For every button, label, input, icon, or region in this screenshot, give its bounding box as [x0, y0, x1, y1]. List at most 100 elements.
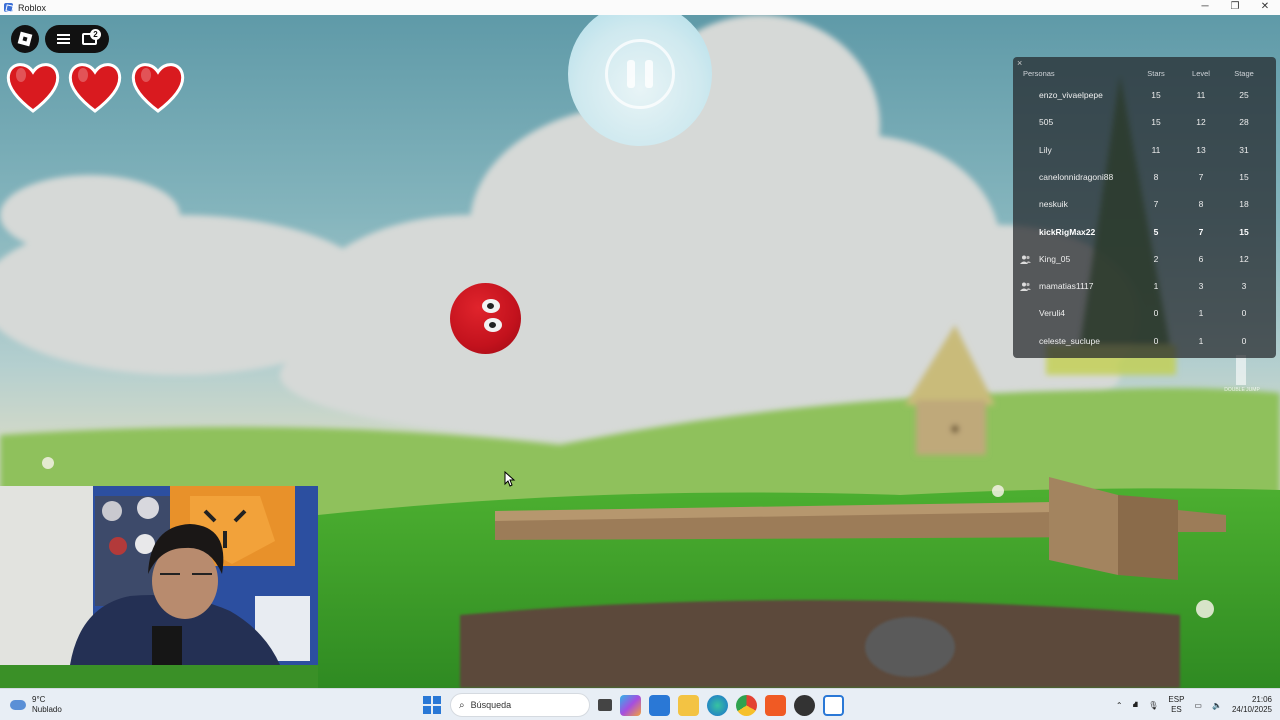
leaderboard-cell-level: 1 [1198, 308, 1204, 319]
leaderboard-cell-level: 1 [1198, 335, 1204, 346]
webcam-overlay [0, 486, 318, 665]
obs-studio-icon[interactable] [794, 694, 815, 716]
leaderboard-row[interactable]: mamatias1117 1 3 3 [1013, 273, 1276, 300]
menu-pill: 2 [45, 25, 109, 53]
leaderboard-cell-level: 12 [1196, 117, 1206, 128]
microphone-icon[interactable]: 🎙 [1148, 701, 1158, 710]
leaderboard-row[interactable]: 505 15 12 28 [1013, 109, 1276, 136]
leaderboard-cell-stars: 0 [1153, 308, 1159, 319]
leaderboard-cell-name: celeste_suclupe [1039, 335, 1100, 346]
brave-browser-icon[interactable] [765, 694, 786, 716]
leaderboard-cell-name: mamatias1117 [1039, 281, 1094, 292]
leaderboard-cell-stars: 15 [1151, 117, 1161, 128]
pause-icon [605, 39, 675, 109]
ball-eye-icon [484, 318, 502, 332]
ball-eye-icon [482, 299, 500, 313]
system-clock[interactable]: 21:06 24/10/2025 [1232, 695, 1272, 715]
leaderboard-cell-name: canelonnidragoni88 [1039, 171, 1114, 182]
leaderboard-close-icon[interactable]: × [1017, 58, 1022, 68]
leaderboard-cell-stage: 0 [1241, 335, 1247, 346]
leaderboard-row[interactable]: Lily 11 13 31 [1013, 137, 1276, 164]
double-jump-label: DOUBLE JUMP [1224, 387, 1260, 393]
game-viewport[interactable]: DOUBLE JUMP 2 × Personas Stars Level Sta… [0, 15, 1280, 688]
display-icon[interactable]: ▭ [1194, 701, 1202, 710]
edge-browser-icon[interactable] [707, 694, 728, 716]
chrome-browser-icon[interactable] [736, 694, 757, 716]
leaderboard-cell-name: Veruli4 [1039, 308, 1065, 319]
chat-icon[interactable]: 2 [82, 29, 101, 45]
leaderboard-cell-level: 6 [1198, 253, 1204, 264]
leaderboard-cell-stage: 0 [1241, 308, 1247, 319]
leaderboard-cell-name: kickRigMax22 [1039, 226, 1096, 237]
leaderboard-cell-name: King_05 [1039, 253, 1071, 264]
leaderboard-row[interactable]: Veruli4 0 1 0 [1013, 300, 1276, 327]
close-button[interactable]: ✕ [1250, 0, 1280, 15]
microsoft-store-icon[interactable] [649, 694, 670, 716]
maximize-button[interactable]: ❐ [1220, 0, 1250, 15]
leaderboard-cell-stars: 5 [1153, 226, 1159, 237]
heart-icon [6, 63, 60, 113]
leaderboard-cell-stars: 15 [1151, 90, 1161, 100]
window-title: Roblox [18, 2, 47, 13]
roblox-taskbar-icon[interactable] [823, 694, 844, 716]
leaderboard-cell-stage: 28 [1239, 117, 1249, 128]
leaderboard-cell-stage: 15 [1239, 171, 1249, 182]
leaderboard-cell-level: 13 [1196, 144, 1206, 155]
taskbar-search-box[interactable]: ⌕ Búsqueda [450, 693, 590, 717]
leaderboard-row[interactable]: canelonnidragoni88 8 7 15 [1013, 164, 1276, 191]
clock-time: 21:06 [1251, 695, 1272, 704]
leaderboard-cell-name: 505 [1039, 117, 1054, 128]
leaderboard-row[interactable]: neskuik 7 8 18 [1013, 191, 1276, 218]
leaderboard-row[interactable]: celeste_suclupe 0 1 0 [1013, 328, 1276, 355]
window-title-bar: Roblox ─ ❐ ✕ [0, 0, 1280, 15]
language-top: ESP [1168, 695, 1185, 704]
roblox-app-icon [4, 3, 13, 12]
hamburger-menu-icon[interactable] [57, 34, 70, 44]
leaderboard-cell-stars: 2 [1153, 253, 1159, 264]
weather-widget[interactable]: 9°C Nublado [10, 693, 62, 717]
leaderboard-cell-level: 7 [1198, 171, 1204, 182]
show-hidden-icons-chevron-icon[interactable]: ⌃ [1116, 701, 1123, 710]
leaderboard-row[interactable]: enzo_vivaelpepe 15 11 25 [1013, 82, 1276, 109]
leaderboard-cell-name: Lily [1039, 144, 1052, 155]
leaderboard-cell-stars: 7 [1153, 199, 1159, 210]
weather-temperature: 9°C [32, 695, 46, 704]
cloud-icon [10, 700, 26, 710]
leaderboard-cell-name: enzo_vivaelpepe [1039, 90, 1103, 100]
leaderboard-cell-stars: 8 [1153, 171, 1159, 182]
chat-badge: 2 [90, 29, 101, 40]
friends-icon [1020, 255, 1031, 264]
leaderboard-cell-stage: 31 [1239, 144, 1249, 155]
leaderboard-header: Personas Stars Level Stage [1013, 69, 1276, 81]
friends-icon [1020, 282, 1031, 292]
windows-taskbar: 9°C Nublado ⌕ Búsqueda ⌃ ⛘ 🎙 ESP ES ▭ 🔈 … [0, 688, 1280, 720]
leaderboard-cell-stars: 11 [1151, 144, 1161, 155]
header-stage[interactable]: Stage [1231, 69, 1257, 78]
leaderboard-row[interactable]: kickRigMax22 5 7 15 [1013, 219, 1276, 246]
windows-start-icon[interactable] [422, 695, 442, 715]
file-explorer-icon[interactable] [678, 694, 699, 716]
leaderboard-cell-level: 7 [1198, 226, 1204, 237]
header-personas: Personas [1023, 69, 1055, 78]
leaderboard-cell-name: neskuik [1039, 199, 1068, 210]
minimize-button[interactable]: ─ [1190, 0, 1220, 15]
roblox-menu-button[interactable] [11, 25, 39, 53]
heart-icon [68, 63, 122, 113]
network-icon[interactable]: ⛘ [1133, 700, 1139, 710]
header-level[interactable]: Level [1188, 69, 1214, 78]
language-indicator[interactable]: ESP ES [1168, 695, 1184, 715]
header-stars[interactable]: Stars [1143, 69, 1169, 78]
leaderboard-row[interactable]: King_05 2 6 12 [1013, 246, 1276, 273]
search-icon: ⌕ [459, 699, 465, 711]
roblox-logo-icon [17, 31, 33, 47]
leaderboard-cell-stage: 25 [1239, 90, 1249, 100]
volume-icon[interactable]: 🔈 [1212, 701, 1222, 710]
leaderboard-cell-level: 3 [1198, 281, 1204, 292]
leaderboard-cell-stars: 1 [1153, 281, 1159, 292]
leaderboard-cell-stage: 18 [1239, 199, 1249, 210]
leaderboard-cell-level: 11 [1196, 90, 1206, 100]
leaderboard-cell-level: 8 [1198, 199, 1204, 210]
language-bottom: ES [1171, 705, 1182, 714]
copilot-icon[interactable] [620, 694, 641, 716]
task-view-icon[interactable] [598, 699, 612, 711]
